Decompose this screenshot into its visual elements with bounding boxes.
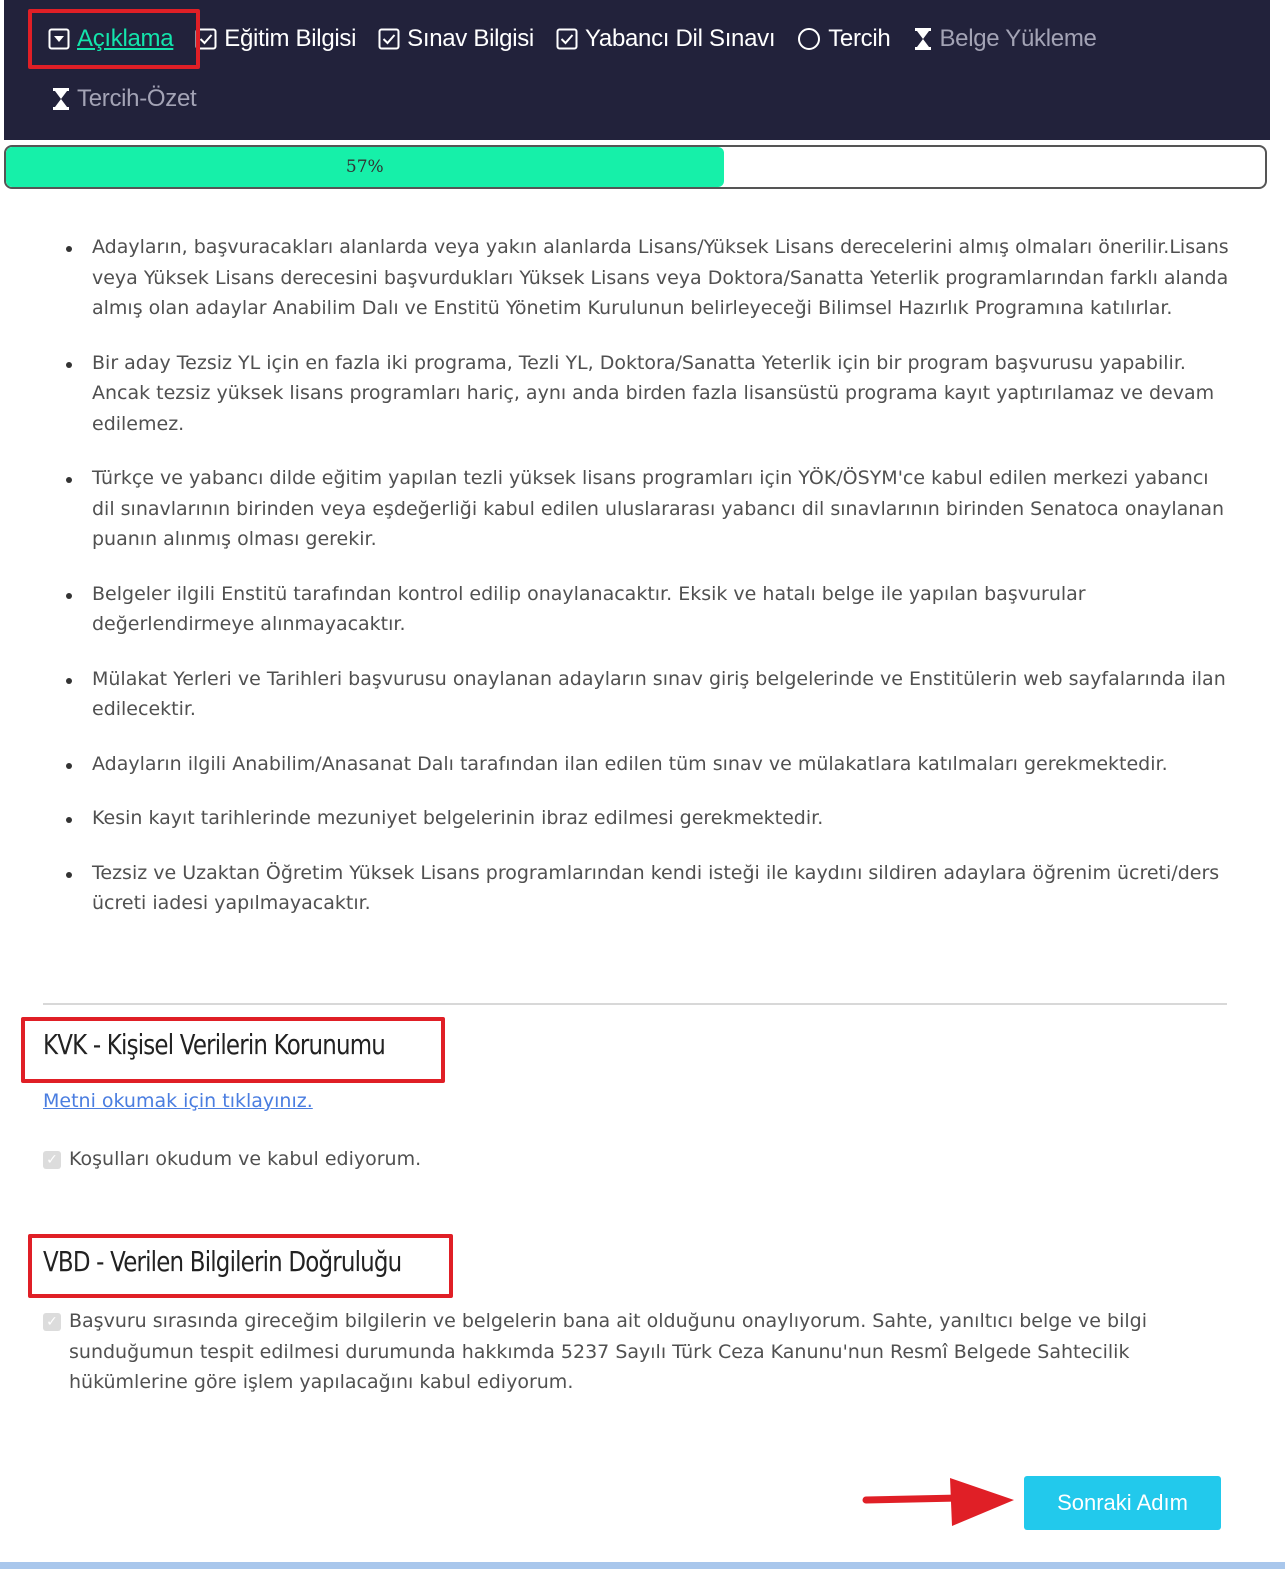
step-belge-yukleme[interactable]: Belge Yükleme (914, 25, 1097, 53)
next-step-button[interactable]: Sonraki Adım (1024, 1476, 1221, 1530)
step-label: Eğitim Bilgisi (224, 25, 357, 52)
vbd-consent-label: Başvuru sırasında gireceğim bilgilerin v… (69, 1310, 1147, 1393)
info-list: Adayların, başvuracakları alanlarda veya… (60, 232, 1230, 919)
kvk-consent-row: ✓ Koşulları okudum ve kabul ediyorum. (43, 1144, 1223, 1175)
hourglass-icon (53, 88, 69, 110)
step-navigation: Açıklama Eğitim Bilgisi Sınav Bilgisi Ya… (4, 0, 1270, 140)
chevron-down-square-icon (48, 28, 70, 50)
kvk-title: KVK - Kişisel Verilerin Korunumu (43, 1028, 386, 1061)
check-square-icon (556, 28, 578, 50)
step-tercih-ozet[interactable]: Tercih-Özet (52, 85, 197, 113)
step-label: Belge Yükleme (939, 25, 1097, 52)
step-label: Sınav Bilgisi (407, 25, 534, 52)
vbd-title: VBD - Verilen Bilgilerin Doğruluğu (43, 1245, 402, 1278)
kvk-consent-label: Koşulları okudum ve kabul ediyorum. (69, 1148, 422, 1170)
step-aciklama[interactable]: Açıklama (48, 25, 174, 53)
info-section: Adayların, başvuracakları alanlarda veya… (60, 232, 1230, 943)
arrow-right-icon (862, 1478, 1014, 1526)
check-square-icon (195, 28, 217, 50)
info-item: Kesin kayıt tarihlerinde mezuniyet belge… (60, 803, 1230, 834)
progress-fill: 57% (6, 147, 724, 187)
kvk-consent-checkbox[interactable]: ✓ (43, 1151, 61, 1169)
progress-label: 57% (345, 157, 384, 177)
bottom-bar (0, 1562, 1285, 1569)
info-item: Adayların ilgili Anabilim/Anasanat Dalı … (60, 749, 1230, 780)
step-navigation-row: Açıklama Eğitim Bilgisi Sınav Bilgisi Ya… (4, 14, 1097, 64)
vbd-consent-checkbox[interactable]: ✓ (43, 1313, 61, 1331)
info-item: Bir aday Tezsiz YL için en fazla iki pro… (60, 348, 1230, 440)
step-label: Tercih (828, 25, 891, 52)
info-item: Tezsiz ve Uzaktan Öğretim Yüksek Lisans … (60, 858, 1230, 919)
vbd-consent-row: ✓ Başvuru sırasında gireceğim bilgilerin… (43, 1306, 1223, 1398)
hourglass-icon (915, 28, 932, 50)
step-egitim-bilgisi[interactable]: Eğitim Bilgisi (195, 25, 356, 53)
step-yabanci-dil-sinavi[interactable]: Yabancı Dil Sınavı (556, 25, 776, 53)
step-label: Yabancı Dil Sınavı (584, 25, 776, 52)
info-item: Türkçe ve yabancı dilde eğitim yapılan t… (60, 463, 1230, 555)
circle-icon (798, 28, 821, 50)
progress-bar: 57% (4, 145, 1267, 189)
check-square-icon (378, 28, 400, 50)
step-label: Tercih-Özet (77, 85, 197, 112)
info-item: Adayların, başvuracakları alanlarda veya… (60, 232, 1230, 324)
section-divider (43, 1003, 1227, 1005)
step-label: Açıklama (77, 25, 174, 52)
step-navigation-row: Tercih-Özet (4, 76, 197, 122)
kvk-read-link[interactable]: Metni okumak için tıklayınız. (43, 1090, 313, 1112)
step-tercih[interactable]: Tercih (797, 25, 891, 53)
info-item: Mülakat Yerleri ve Tarihleri başvurusu o… (60, 664, 1230, 725)
info-item: Belgeler ilgili Enstitü tarafından kontr… (60, 579, 1230, 640)
step-sinav-bilgisi[interactable]: Sınav Bilgisi (378, 25, 534, 53)
